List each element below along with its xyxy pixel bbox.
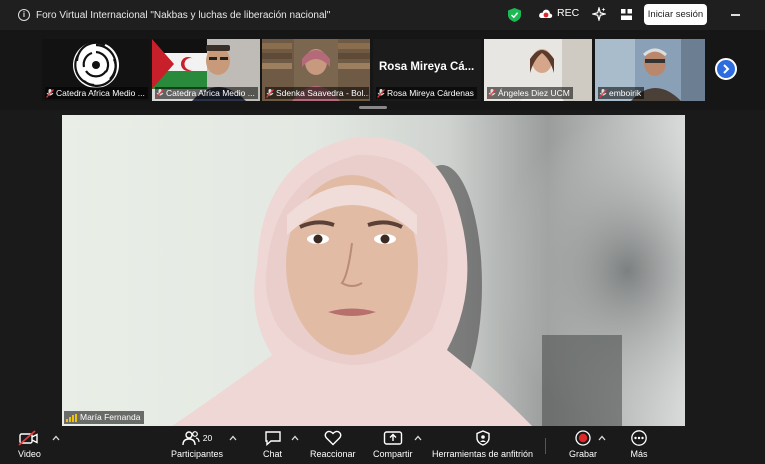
video-off-icon: [18, 430, 39, 446]
speaker-name: María Fernanda: [80, 412, 141, 422]
video-options-caret-icon[interactable]: [52, 435, 60, 441]
mic-muted-icon: [488, 88, 496, 98]
toolbar-divider: [545, 438, 546, 454]
video-button[interactable]: Video: [18, 430, 41, 459]
chevron-right-icon: [723, 64, 730, 74]
share-screen-button[interactable]: Compartir: [373, 430, 413, 459]
signin-button[interactable]: Iniciar sesión: [644, 4, 707, 25]
share-options-caret-icon[interactable]: [414, 435, 422, 441]
participant-thumbnail[interactable]: Catedra Africa Medio ...: [152, 39, 260, 101]
mic-muted-icon: [599, 88, 607, 98]
rec-label: REC: [557, 7, 580, 19]
participant-thumbnail[interactable]: Sdenka Saavedra - Bol...: [262, 39, 370, 101]
more-dots-icon: [631, 430, 647, 446]
participants-button[interactable]: 20 Participantes: [171, 430, 223, 459]
record-icon: [575, 430, 591, 446]
view-layout-icon[interactable]: [621, 9, 632, 20]
chat-button[interactable]: Chat: [263, 430, 282, 459]
mic-muted-icon: [377, 88, 385, 98]
chat-options-caret-icon[interactable]: [291, 435, 299, 441]
participants-count: 20: [202, 433, 213, 443]
signal-strength-icon: [66, 413, 77, 422]
info-icon[interactable]: i: [18, 9, 30, 21]
cloud-record-icon: [539, 9, 553, 18]
participant-name-label: emboirik: [598, 87, 645, 99]
mic-muted-icon: [46, 88, 54, 98]
minimize-button[interactable]: [731, 14, 740, 16]
participant-thumbnail[interactable]: Catedra Africa Medio ...: [42, 39, 150, 101]
speaker-name-tag: María Fernanda: [64, 411, 145, 424]
participants-icon: [182, 431, 200, 446]
share-screen-icon: [383, 431, 402, 445]
mic-muted-icon: [156, 88, 164, 98]
next-page-button[interactable]: [715, 58, 737, 80]
participant-display-name: Rosa Mireya Cá...: [379, 61, 475, 73]
participant-thumbnail[interactable]: Rosa Mireya Cá... Rosa Mireya Cárdenas: [373, 39, 481, 101]
participant-name-label: Sdenka Saavedra - Bol...: [265, 87, 369, 99]
strip-scroll-indicator[interactable]: [359, 106, 387, 109]
recording-indicator[interactable]: REC: [538, 7, 579, 19]
active-speaker-video[interactable]: María Fernanda: [62, 115, 685, 426]
speaker-video-feed: [172, 115, 685, 426]
participant-name-label: Catedra Africa Medio ...: [155, 87, 258, 99]
chat-bubble-icon: [264, 431, 281, 446]
participant-thumbnail[interactable]: emboirik: [595, 39, 705, 101]
host-shield-icon: [475, 430, 490, 446]
record-button[interactable]: Grabar: [569, 430, 597, 459]
mic-muted-icon: [266, 88, 274, 98]
window-title: Foro Virtual Internacional "Nakbas y luc…: [36, 9, 331, 21]
record-options-caret-icon[interactable]: [598, 435, 606, 441]
meeting-toolbar: Video 20 Participantes Chat Reaccionar C…: [0, 426, 765, 464]
participant-name-label: Ángeles Diez UCM: [487, 87, 573, 99]
participants-options-caret-icon[interactable]: [229, 435, 237, 441]
security-shield-icon[interactable]: [508, 8, 521, 22]
participants-strip: Catedra Africa Medio ... Catedra Africa …: [0, 30, 765, 110]
participant-name-label: Rosa Mireya Cárdenas: [376, 87, 477, 99]
ai-companion-icon[interactable]: [592, 7, 606, 21]
participant-name-label: Catedra Africa Medio ...: [45, 87, 148, 99]
more-button[interactable]: Más: [630, 430, 648, 459]
reactions-button[interactable]: Reaccionar: [310, 430, 356, 459]
participant-thumbnail[interactable]: Ángeles Diez UCM: [484, 39, 592, 101]
host-tools-button[interactable]: Herramientas de anfitrión: [432, 430, 533, 459]
heart-icon: [324, 430, 342, 446]
